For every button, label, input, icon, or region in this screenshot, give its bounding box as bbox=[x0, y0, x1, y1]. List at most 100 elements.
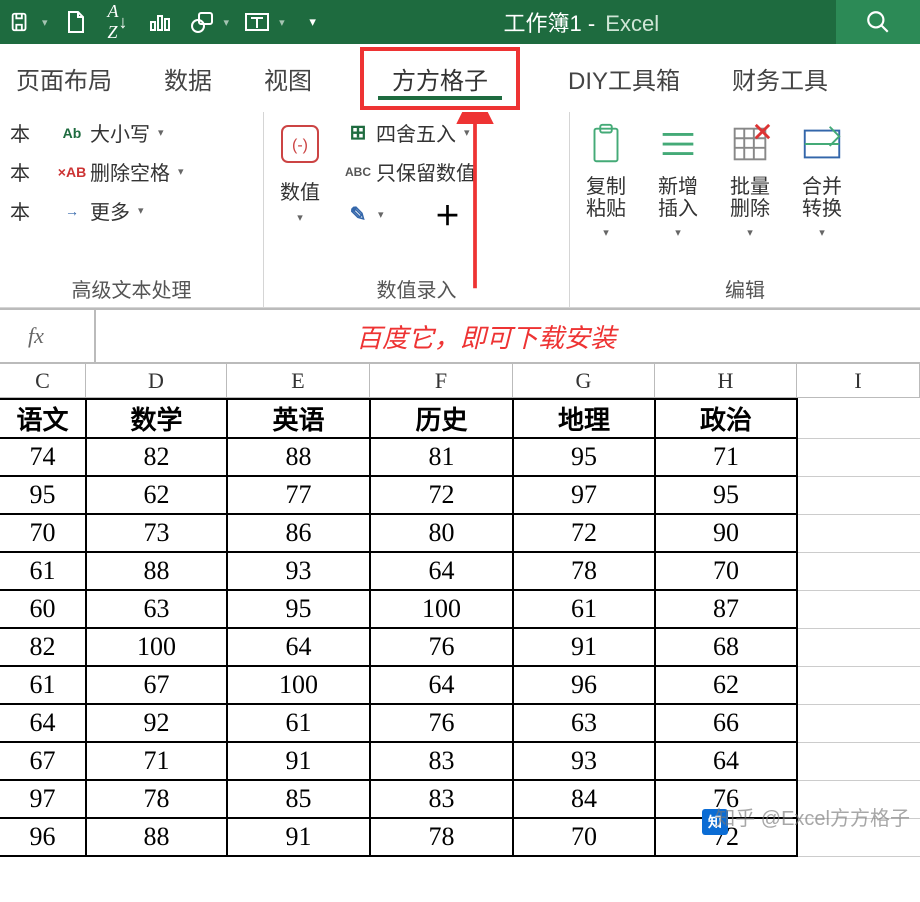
qat-overflow[interactable]: ▾ bbox=[299, 8, 327, 36]
cell[interactable]: 95 bbox=[227, 590, 370, 628]
header-cell[interactable]: 历史 bbox=[370, 399, 513, 438]
cell[interactable]: 71 bbox=[86, 742, 227, 780]
cell[interactable]: 86 bbox=[227, 514, 370, 552]
plus-icon[interactable]: ＋ bbox=[436, 196, 460, 233]
cell[interactable]: 91 bbox=[513, 628, 655, 666]
cell[interactable]: 97 bbox=[513, 476, 655, 514]
cell[interactable]: 61 bbox=[227, 704, 370, 742]
cell[interactable]: 68 bbox=[655, 628, 797, 666]
cell[interactable]: 63 bbox=[86, 590, 227, 628]
cell[interactable]: 70 bbox=[513, 818, 655, 856]
cell[interactable]: 83 bbox=[370, 742, 513, 780]
col-header-C[interactable]: C bbox=[0, 364, 86, 398]
cell[interactable]: 63 bbox=[513, 704, 655, 742]
cell[interactable]: 91 bbox=[227, 742, 370, 780]
cell[interactable]: 97 bbox=[0, 780, 86, 818]
cell[interactable]: 72 bbox=[370, 476, 513, 514]
cell[interactable]: 62 bbox=[655, 666, 797, 704]
cell[interactable]: 61 bbox=[513, 590, 655, 628]
cell[interactable]: 67 bbox=[86, 666, 227, 704]
cell[interactable]: 95 bbox=[655, 476, 797, 514]
dropdown-icon[interactable]: ▾ bbox=[42, 16, 48, 29]
cell[interactable]: 64 bbox=[0, 704, 86, 742]
edit-cmd-0[interactable]: 复制粘贴▾ bbox=[580, 118, 632, 239]
tab-4[interactable]: DIY工具箱 bbox=[564, 55, 684, 102]
cell[interactable]: 82 bbox=[86, 438, 227, 476]
round-cmd[interactable]: ⊞四舍五入▾ bbox=[346, 118, 476, 147]
cell[interactable]: 96 bbox=[0, 818, 86, 856]
header-cell[interactable]: 数学 bbox=[86, 399, 227, 438]
tab-2[interactable]: 视图 bbox=[260, 55, 316, 102]
cell[interactable]: 61 bbox=[0, 666, 86, 704]
col-header-I[interactable]: I bbox=[797, 364, 920, 398]
cell[interactable]: 91 bbox=[227, 818, 370, 856]
header-cell[interactable]: 政治 bbox=[655, 399, 797, 438]
cell[interactable]: 70 bbox=[655, 552, 797, 590]
data-grid[interactable]: 语文数学英语历史地理政治7482888195719562777297957073… bbox=[0, 398, 920, 857]
cell[interactable]: 95 bbox=[513, 438, 655, 476]
cell[interactable]: 78 bbox=[86, 780, 227, 818]
col-header-E[interactable]: E bbox=[227, 364, 370, 398]
cell[interactable]: 72 bbox=[513, 514, 655, 552]
header-cell[interactable]: 语文 bbox=[0, 399, 86, 438]
fx-label[interactable]: fx bbox=[0, 310, 96, 362]
table-row[interactable]: 956277729795 bbox=[0, 476, 920, 514]
cell[interactable]: 78 bbox=[513, 552, 655, 590]
cell[interactable]: 76 bbox=[370, 704, 513, 742]
text-cmd-2[interactable]: 本 →更多▾ bbox=[10, 196, 253, 225]
table-row[interactable]: 618893647870 bbox=[0, 552, 920, 590]
cell[interactable]: 80 bbox=[370, 514, 513, 552]
qat-shapes[interactable] bbox=[188, 8, 216, 36]
cell[interactable]: 93 bbox=[513, 742, 655, 780]
qat-save[interactable] bbox=[6, 8, 34, 36]
col-header-H[interactable]: H bbox=[655, 364, 797, 398]
table-row[interactable]: 748288819571 bbox=[0, 438, 920, 476]
keepnum-cmd[interactable]: ABC只保留数值 bbox=[346, 157, 476, 186]
cell[interactable]: 71 bbox=[655, 438, 797, 476]
table-row[interactable]: 649261766366 bbox=[0, 704, 920, 742]
cell[interactable]: 70 bbox=[0, 514, 86, 552]
cell[interactable]: 88 bbox=[227, 438, 370, 476]
table-row[interactable]: 707386807290 bbox=[0, 514, 920, 552]
cell[interactable]: 96 bbox=[513, 666, 655, 704]
text-cmd-0[interactable]: 本 Ab大小写▾ bbox=[10, 118, 253, 147]
cell[interactable]: 93 bbox=[227, 552, 370, 590]
cell[interactable]: 64 bbox=[370, 666, 513, 704]
cell[interactable]: 66 bbox=[655, 704, 797, 742]
header-cell[interactable]: 英语 bbox=[227, 399, 370, 438]
cell[interactable]: 64 bbox=[227, 628, 370, 666]
edit-cmd-3[interactable]: 合并转换▾ bbox=[796, 118, 848, 239]
header-cell[interactable]: 地理 bbox=[513, 399, 655, 438]
dropdown-icon[interactable]: ▾ bbox=[224, 16, 230, 29]
cell[interactable]: 100 bbox=[227, 666, 370, 704]
table-row[interactable]: 6167100649662 bbox=[0, 666, 920, 704]
edit-icon[interactable]: ✎ bbox=[346, 202, 370, 227]
cell[interactable]: 60 bbox=[0, 590, 86, 628]
worksheet[interactable]: CDEFGHI 语文数学英语历史地理政治74828881957195627772… bbox=[0, 364, 920, 857]
tab-1[interactable]: 数据 bbox=[160, 55, 216, 102]
cell[interactable]: 64 bbox=[370, 552, 513, 590]
table-row[interactable]: 6063951006187 bbox=[0, 590, 920, 628]
cell[interactable]: 95 bbox=[0, 476, 86, 514]
qat-new[interactable] bbox=[62, 8, 90, 36]
text-cmd-1[interactable]: 本 ×AB删除空格▾ bbox=[10, 157, 253, 186]
cell[interactable]: 67 bbox=[0, 742, 86, 780]
tab-0[interactable]: 页面布局 bbox=[12, 55, 116, 102]
search-button[interactable] bbox=[836, 0, 920, 44]
dropdown-icon[interactable]: ▾ bbox=[378, 208, 384, 221]
cell[interactable]: 77 bbox=[227, 476, 370, 514]
col-header-F[interactable]: F bbox=[370, 364, 513, 398]
cell[interactable]: 84 bbox=[513, 780, 655, 818]
table-row[interactable]: 8210064769168 bbox=[0, 628, 920, 666]
numeric-button[interactable]: (-) 数值 ▾ bbox=[274, 118, 326, 233]
cell[interactable]: 87 bbox=[655, 590, 797, 628]
cell[interactable]: 90 bbox=[655, 514, 797, 552]
cell[interactable]: 74 bbox=[0, 438, 86, 476]
cell[interactable]: 81 bbox=[370, 438, 513, 476]
cell[interactable]: 92 bbox=[86, 704, 227, 742]
qat-chart[interactable] bbox=[146, 8, 174, 36]
cell[interactable]: 64 bbox=[655, 742, 797, 780]
cell[interactable]: 73 bbox=[86, 514, 227, 552]
qat-textbox[interactable] bbox=[243, 8, 271, 36]
cell[interactable]: 88 bbox=[86, 818, 227, 856]
